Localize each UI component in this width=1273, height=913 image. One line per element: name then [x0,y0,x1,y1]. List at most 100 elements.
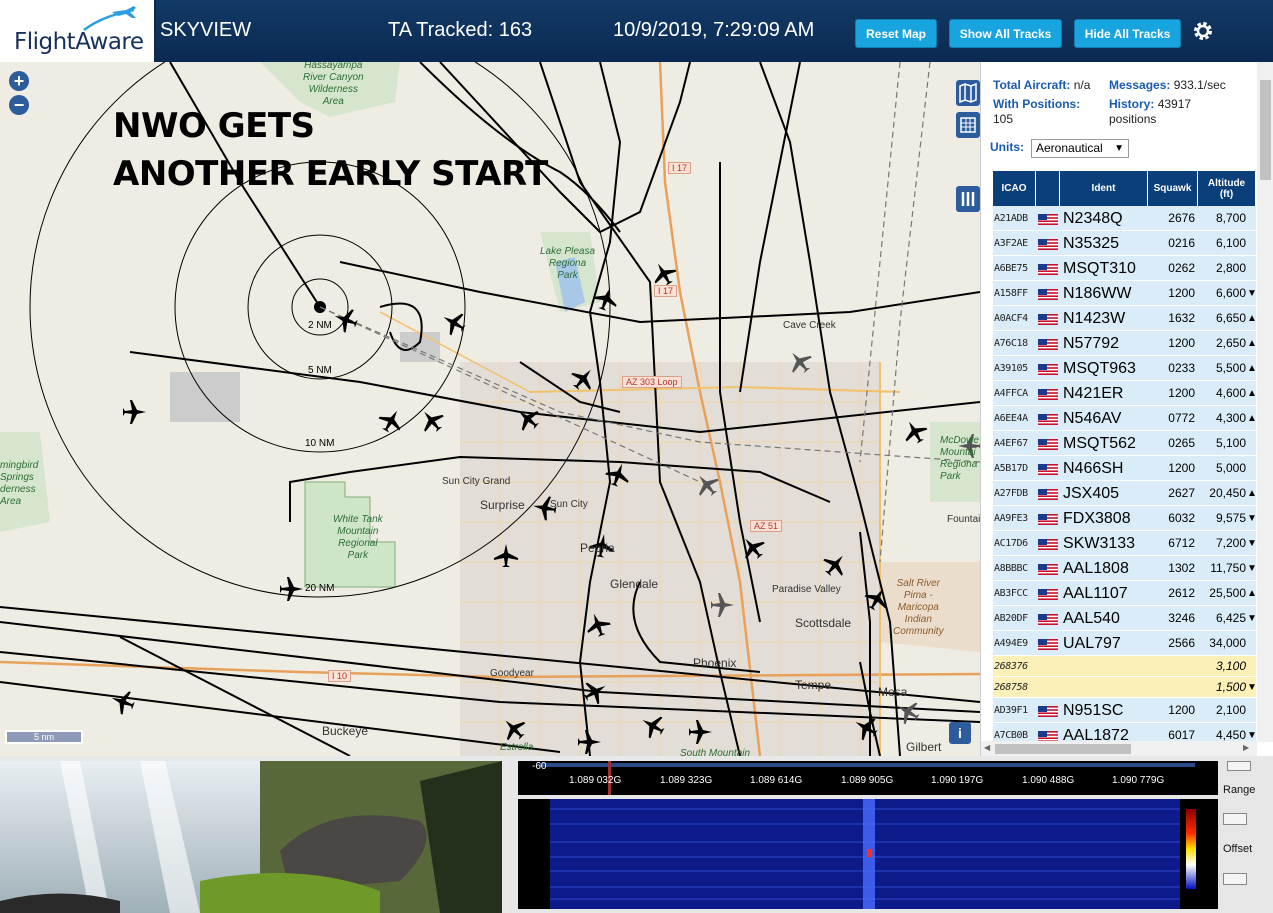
table-row[interactable]: A76C18 N57792 1200 2,650 ▲ [993,331,1257,356]
table-row[interactable]: A494E9 UAL797 2566 34,000 [993,631,1256,656]
cell-ident: N1423W [1063,310,1126,327]
history-value: 43917 [1157,97,1192,111]
table-row[interactable]: A3F2AE N35325 0216 6,100 [993,231,1256,256]
cell-squawk: 6032 [1168,511,1195,525]
place-fountain: Fountai [947,514,980,525]
table-row[interactable]: A27FDB JSX405 2627 20,450 ▲ [993,481,1257,506]
table-row[interactable]: A5B17D N466SH 1200 5,000 [993,456,1256,481]
horizontal-scroll-thumb[interactable] [995,744,1131,754]
cell-squawk: 1302 [1168,561,1195,575]
map-view[interactable]: + − NWO GETS ANOTHER EARLY START 2 NM 5 … [0,62,980,756]
cell-ident: N35325 [1063,235,1120,252]
grid-button[interactable] [956,112,980,138]
waterfall-display[interactable] [518,799,1218,909]
history-unit: positions [1109,112,1157,126]
cell-ident: MSQT963 [1063,360,1136,377]
place-surprise: Surprise [480,498,525,512]
cell-altitude-trend: ▼ [1247,563,1257,574]
table-row[interactable]: A6BE75 MSQT310 0262 2,800 [993,256,1256,281]
cell-squawk: 1200 [1168,703,1195,717]
highway-az51: AZ 51 [750,520,783,532]
cell-icao: AB20DF [994,613,1028,624]
cell-altitude: 6,600 [1215,286,1246,300]
col-flag[interactable] [1036,171,1060,206]
cell-altitude: 25,500 [1209,586,1246,600]
cell-squawk: 3246 [1168,611,1195,625]
cell-icao: A0ACF4 [994,313,1028,324]
table-row[interactable]: 268758 1,500 ▼ [993,677,1257,698]
place-buckeye: Buckeye [322,724,369,738]
ring-label-2nm: 2 NM [308,320,332,331]
table-header: ICAO Ident Squawk Altitude (ft) [993,171,1256,206]
col-icao[interactable]: ICAO [993,171,1036,206]
us-flag-icon [1038,489,1058,500]
range-slider[interactable] [1227,761,1251,771]
park-salt-river: Salt River Pima - Maricopa Indian Commun… [893,578,944,637]
cell-icao: A27FDB [994,488,1028,499]
us-flag-icon [1038,389,1058,400]
table-row[interactable]: A39105 MSQT963 0233 5,500 ▲ [993,356,1257,381]
highway-i17-b: I 17 [654,285,678,297]
show-all-tracks-button[interactable]: Show All Tracks [949,19,1062,48]
cell-squawk: 2612 [1168,586,1195,600]
datetime: 10/9/2019, 7:29:09 AM [613,19,815,41]
table-row[interactable]: A21ADB N2348Q 2676 8,700 [993,206,1256,231]
freq-tick-7: 1.090 779G [1112,775,1165,786]
table-row[interactable]: A8BBBC AAL1808 1302 11,750 ▼ [993,556,1257,581]
cell-squawk: 0233 [1168,361,1195,375]
place-sun-city-grand: Sun City Grand [442,476,511,487]
units-select[interactable]: Aeronautical ▼ [1031,139,1129,158]
map-icon [959,82,977,104]
table-row[interactable]: AD39F1 N951SC 1200 2,100 [993,698,1256,723]
info-button[interactable]: i [949,722,971,744]
cell-squawk: 6712 [1168,536,1195,550]
us-flag-icon [1038,639,1058,650]
place-glendale: Glendale [610,577,659,591]
gear-icon[interactable] [1191,19,1215,43]
cell-icao: 268758 [994,682,1028,693]
freq-tick-2: 1.089 323G [660,775,713,786]
grid-icon [960,117,976,133]
us-flag-icon [1038,414,1058,425]
flightaware-logo[interactable]: FlightAware [0,0,156,62]
table-row[interactable]: AB20DF AAL540 3246 6,425 ▼ [993,606,1257,631]
table-row[interactable]: A158FF N186WW 1200 6,600 ▼ [993,281,1257,306]
table-row[interactable]: AB3FCC AAL1107 2612 25,500 ▲ [993,581,1257,606]
table-row[interactable]: A0ACF4 N1423W 1632 6,650 ▲ [993,306,1257,331]
col-altitude[interactable]: Altitude (ft) [1198,171,1256,206]
offset-slider-bottom[interactable] [1223,873,1247,885]
col-ident[interactable]: Ident [1060,171,1148,206]
map-layer-button[interactable] [956,80,980,106]
us-flag-icon [1038,339,1058,350]
zoom-in-button[interactable]: + [9,71,29,91]
cell-squawk: 0262 [1168,261,1195,275]
table-row[interactable]: A4EF67 MSQT562 0265 5,100 [993,431,1256,456]
scroll-right-icon[interactable]: ▶ [1243,743,1249,752]
offset-slider-top[interactable] [1223,813,1247,825]
cell-ident: UAL797 [1063,635,1121,652]
table-row[interactable]: AA9FE3 FDX3808 6032 9,575 ▼ [993,506,1257,531]
table-row[interactable]: A6EE4A N546AV 0772 4,300 ▲ [993,406,1257,431]
cell-icao: A5B17D [994,463,1028,474]
table-row[interactable]: AC17D6 SKW3133 6712 7,200 ▼ [993,531,1257,556]
scroll-left-icon[interactable]: ◀ [984,743,990,752]
messages-value: 933.1/sec [1173,78,1226,92]
us-flag-icon [1038,564,1058,575]
cell-squawk: 1632 [1168,311,1195,325]
hide-all-tracks-button[interactable]: Hide All Tracks [1074,19,1181,48]
cell-altitude-trend: ▲ [1247,363,1257,374]
cell-icao: A6EE4A [994,413,1028,424]
col-squawk[interactable]: Squawk [1148,171,1198,206]
zoom-out-button[interactable]: − [9,95,29,115]
cell-icao: AA9FE3 [994,513,1028,524]
us-flag-icon [1038,239,1058,250]
columns-button[interactable] [956,186,980,212]
reset-map-button[interactable]: Reset Map [855,19,937,48]
table-row[interactable]: 268376 3,100 [993,656,1256,677]
cell-altitude-trend: ▼ [1247,682,1257,693]
place-estrella: Estrella [500,742,534,753]
place-tempe: Tempe [795,678,832,692]
table-row[interactable]: A4FFCA N421ER 1200 4,600 ▲ [993,381,1257,406]
cell-squawk: 1200 [1168,386,1195,400]
vertical-scroll-thumb[interactable] [1260,80,1271,180]
